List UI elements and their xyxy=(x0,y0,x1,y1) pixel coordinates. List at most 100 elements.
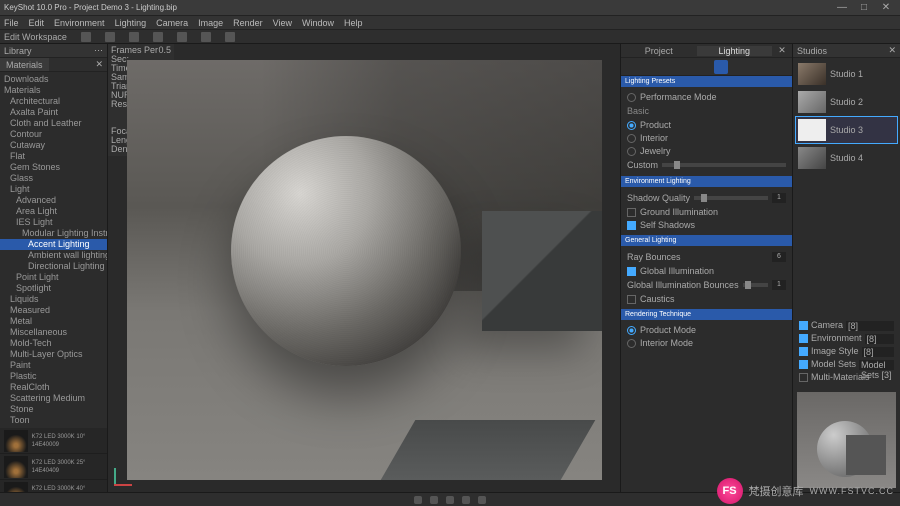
menu-file[interactable]: File xyxy=(4,18,19,28)
section-env-lighting[interactable]: Environment Lighting xyxy=(621,176,792,187)
statusbar-icon[interactable] xyxy=(478,496,486,504)
menu-render[interactable]: Render xyxy=(233,18,263,28)
shadow-quality-slider[interactable] xyxy=(694,196,768,200)
radio-interior-mode[interactable]: Interior Mode xyxy=(627,337,786,349)
gi-bounces-slider[interactable] xyxy=(743,283,768,287)
ray-bounces-value[interactable]: 6 xyxy=(772,252,786,262)
material-thumbnail-list[interactable]: K72 LED 3000K 10° 14E40009K72 LED 3000K … xyxy=(0,428,107,492)
menu-camera[interactable]: Camera xyxy=(156,18,188,28)
project-lighting-icon[interactable] xyxy=(714,60,728,74)
tree-item[interactable]: Area Light xyxy=(0,206,107,217)
statusbar-icon[interactable] xyxy=(446,496,454,504)
menu-image[interactable]: Image xyxy=(198,18,223,28)
check-model-sets[interactable] xyxy=(799,360,808,369)
tree-item[interactable]: Accent Lighting xyxy=(0,239,107,250)
shadow-quality-value[interactable]: 1 xyxy=(772,193,786,203)
studio-item[interactable]: Studio 2 xyxy=(795,88,898,116)
tree-item[interactable]: Mold-Tech xyxy=(0,338,107,349)
menu-window[interactable]: Window xyxy=(302,18,334,28)
radio-interior[interactable]: Interior xyxy=(627,132,786,144)
studio-item[interactable]: Studio 4 xyxy=(795,144,898,172)
tab-project[interactable]: Project xyxy=(621,46,697,56)
tree-item[interactable]: Liquids xyxy=(0,294,107,305)
project-scene-icon[interactable] xyxy=(628,60,642,74)
check-environment[interactable] xyxy=(799,334,808,343)
menu-help[interactable]: Help xyxy=(344,18,363,28)
check-caustics[interactable]: Caustics xyxy=(627,293,786,305)
tree-item[interactable]: Modular Lighting Instruments xyxy=(0,228,107,239)
tab-lighting[interactable]: Lighting xyxy=(697,46,773,56)
tree-item[interactable]: Point Light xyxy=(0,272,107,283)
tree-item[interactable]: Measured xyxy=(0,305,107,316)
menu-view[interactable]: View xyxy=(273,18,292,28)
project-image-icon[interactable] xyxy=(771,60,785,74)
radio-product-mode[interactable]: Product Mode xyxy=(627,324,786,336)
tree-item[interactable]: RealCloth xyxy=(0,382,107,393)
ribbon-icon[interactable] xyxy=(153,32,163,42)
tree-item[interactable]: Multi-Layer Optics xyxy=(0,349,107,360)
tree-item[interactable]: Stone xyxy=(0,404,107,415)
project-environment-icon[interactable] xyxy=(685,60,699,74)
panel-close-icon[interactable]: ✕ xyxy=(772,45,792,56)
workspace-label[interactable]: Edit Workspace xyxy=(4,32,67,42)
maximize-icon[interactable]: □ xyxy=(854,2,874,14)
radio-jewelry[interactable]: Jewelry xyxy=(627,145,786,157)
material-thumb[interactable]: K72 LED 3000K 25° 14E40409 xyxy=(0,454,107,480)
panel-menu-icon[interactable]: ⋯ xyxy=(94,45,103,56)
tree-item[interactable]: Ambient wall lighting xyxy=(0,250,107,261)
tree-item[interactable]: Glass xyxy=(0,173,107,184)
statusbar-icon[interactable] xyxy=(462,496,470,504)
tree-item[interactable]: Architectural xyxy=(0,96,107,107)
tree-item[interactable]: Materials xyxy=(0,85,107,96)
axis-gizmo-icon[interactable] xyxy=(114,462,138,486)
tree-item[interactable]: Downloads xyxy=(0,74,107,85)
check-image-style[interactable] xyxy=(799,347,808,356)
studio-item[interactable]: Studio 1 xyxy=(795,60,898,88)
tree-item[interactable]: Advanced xyxy=(0,195,107,206)
tree-item[interactable]: Gem Stones xyxy=(0,162,107,173)
ribbon-icon[interactable] xyxy=(201,32,211,42)
ribbon-icon[interactable] xyxy=(129,32,139,42)
check-camera[interactable] xyxy=(799,321,808,330)
ribbon-icon[interactable] xyxy=(81,32,91,42)
tree-item[interactable]: Miscellaneous xyxy=(0,327,107,338)
material-tree[interactable]: DownloadsMaterialsArchitecturalAxalta Pa… xyxy=(0,72,107,428)
section-general-lighting[interactable]: General Lighting xyxy=(621,235,792,246)
project-camera-icon[interactable] xyxy=(742,60,756,74)
check-ground-illum[interactable]: Ground Illumination xyxy=(627,206,786,218)
tree-item[interactable]: IES Light xyxy=(0,217,107,228)
tree-item[interactable]: Flat xyxy=(0,151,107,162)
radio-performance[interactable]: Performance Mode xyxy=(627,91,786,103)
studio-item[interactable]: Studio 3 xyxy=(795,116,898,144)
ribbon-icon[interactable] xyxy=(225,32,235,42)
panel-close-icon[interactable]: ✕ xyxy=(91,59,107,70)
check-self-shadows[interactable]: Self Shadows xyxy=(627,219,786,231)
ribbon-icon[interactable] xyxy=(105,32,115,42)
tree-item[interactable]: Directional Lighting xyxy=(0,261,107,272)
tree-item[interactable]: Cutaway xyxy=(0,140,107,151)
menu-environment[interactable]: Environment xyxy=(54,18,105,28)
tab-materials[interactable]: Materials xyxy=(0,58,49,71)
minimize-icon[interactable]: — xyxy=(832,2,852,14)
tree-item[interactable]: Contour xyxy=(0,129,107,140)
project-material-icon[interactable] xyxy=(657,60,671,74)
material-thumb[interactable]: K72 LED 3000K 40° 15D40609 xyxy=(0,480,107,492)
statusbar-icon[interactable] xyxy=(414,496,422,504)
tree-item[interactable]: Light xyxy=(0,184,107,195)
section-lighting-presets[interactable]: Lighting Presets xyxy=(621,76,792,87)
tree-item[interactable]: Cloth and Leather xyxy=(0,118,107,129)
statusbar-icon[interactable] xyxy=(430,496,438,504)
check-global-illum[interactable]: Global Illumination xyxy=(627,265,786,277)
tree-item[interactable]: Plastic xyxy=(0,371,107,382)
gi-bounces-value[interactable]: 1 xyxy=(772,280,786,290)
render-viewport[interactable]: Frames Per Sec:0.5Time:1m 42sSamples:98T… xyxy=(108,44,620,492)
radio-product[interactable]: Product xyxy=(627,119,786,131)
ribbon-icon[interactable] xyxy=(177,32,187,42)
tree-item[interactable]: Toon xyxy=(0,415,107,426)
tree-item[interactable]: Paint xyxy=(0,360,107,371)
check-multi-materials[interactable] xyxy=(799,373,808,382)
tree-item[interactable]: Spotlight xyxy=(0,283,107,294)
close-icon[interactable]: ✕ xyxy=(876,2,896,14)
tree-item[interactable]: Scattering Medium xyxy=(0,393,107,404)
section-rendering-technique[interactable]: Rendering Technique xyxy=(621,309,792,320)
